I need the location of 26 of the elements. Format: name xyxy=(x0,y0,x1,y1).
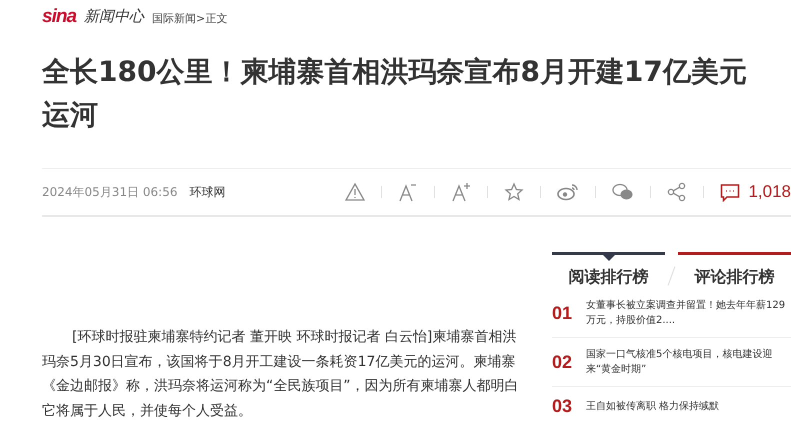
ranking-tab[interactable]: 阅读排行榜 xyxy=(552,252,666,288)
article-paragraph: [环球时报驻柬埔寨特约记者 董开映 环球时报记者 白云怡]柬埔寨首相洪玛奈5月30日宣布，该国将于8月开工建设一条耗资17亿美元的运河。柬埔寨《金边邮报》称，洪玛奈将运河称为“全民族项目”，因为所有柬埔寨人都明白它将属于人民，并使每个人受益。 xyxy=(42,328,520,420)
channel-name: 新闻中心 xyxy=(84,8,144,26)
site-logo[interactable]: sina xyxy=(42,7,76,26)
ranking-tab[interactable]: 评论排行榜 xyxy=(678,252,791,288)
warning-icon[interactable] xyxy=(345,183,366,201)
ranking-headline[interactable]: 国家一口气核准5个核电项目，核电建设迎来“黄金时期” xyxy=(586,347,791,377)
ranking-headline[interactable]: 王自如被传离职 格力保持缄默 xyxy=(586,399,791,414)
wechat-icon[interactable] xyxy=(612,183,634,201)
weibo-icon[interactable] xyxy=(557,183,580,201)
breadcrumb-link[interactable]: 正文 xyxy=(205,10,228,26)
source-link[interactable]: 环球网 xyxy=(189,184,226,200)
font-decrease-icon[interactable] xyxy=(398,182,418,202)
publish-date: 2024年05月31日 06:56 xyxy=(42,184,178,200)
star-icon[interactable] xyxy=(504,182,524,202)
rank-number: 03 xyxy=(552,396,574,417)
breadcrumb-link[interactable]: 国际新闻 xyxy=(152,10,196,26)
share-icon[interactable] xyxy=(667,182,688,202)
font-increase-icon[interactable] xyxy=(451,182,472,202)
article-title: 全长180公里！柬埔寨首相洪玛奈宣布8月开建17亿美元运河 xyxy=(42,54,748,133)
rank-number: 02 xyxy=(552,352,574,372)
rank-number: 01 xyxy=(552,302,574,324)
comment-count[interactable]: 1,018 xyxy=(748,182,791,202)
ranking-headline[interactable]: 女董事长被立案调查并留置！她去年年薪129万元，持股价值2.... xyxy=(586,298,791,328)
breadcrumb-separator: > xyxy=(196,10,206,26)
comment-icon[interactable] xyxy=(720,182,740,202)
